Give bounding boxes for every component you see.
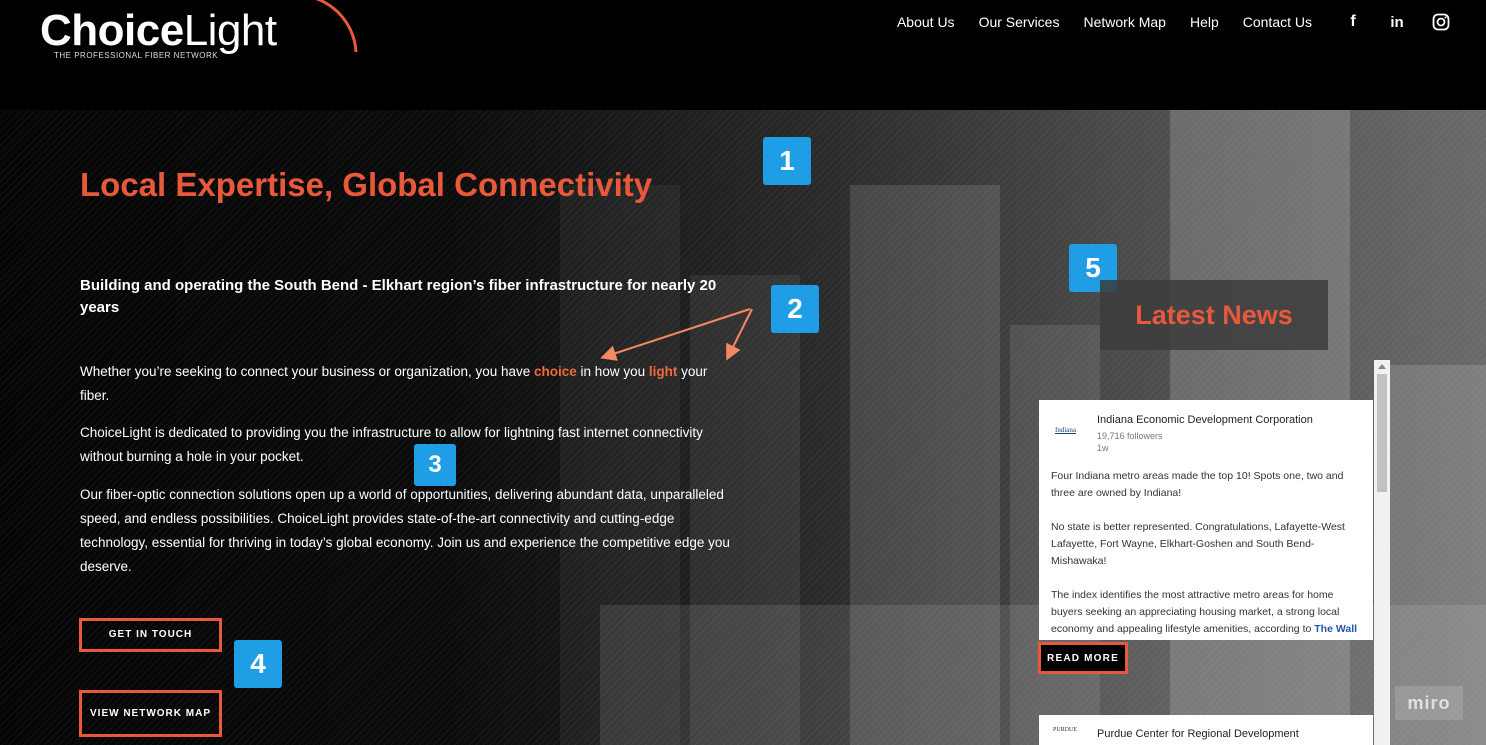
highlight-choice: choice — [534, 364, 577, 379]
logo-word-light: Light — [183, 6, 277, 55]
hero-paragraph-choice: Whether you’re seeking to connect your b… — [80, 360, 740, 408]
iedc-logo: Indiana — [1055, 426, 1076, 434]
view-network-map-button[interactable]: VIEW NETWORK MAP — [79, 690, 222, 737]
annotation-marker-4: 4 — [234, 640, 282, 688]
nav-about-us[interactable]: About Us — [897, 14, 955, 30]
social-links: f in — [1344, 13, 1450, 31]
news-feed-panel[interactable]: Indiana Indiana Economic Development Cor… — [1038, 360, 1390, 745]
page: ChoiceLight THE PROFESSIONAL FIBER NETWO… — [0, 0, 1486, 745]
highlight-light: light — [648, 364, 678, 379]
news-post-para: No state is better represented. Congratu… — [1051, 521, 1345, 567]
news-scrollbar[interactable] — [1374, 360, 1390, 745]
annotation-marker-3: 3 — [414, 444, 456, 486]
purdue-logo: PURDUE — [1053, 727, 1078, 733]
news-post-card[interactable]: PURDUE Purdue Center for Regional Develo… — [1039, 715, 1373, 745]
annotation-arrows — [600, 308, 753, 361]
logo-wordmark: ChoiceLight — [40, 6, 277, 56]
instagram-icon[interactable] — [1432, 13, 1450, 31]
nav-contact-us[interactable]: Contact Us — [1243, 14, 1312, 30]
news-post-org[interactable]: Indiana Economic Development Corporation — [1097, 414, 1313, 426]
scroll-thumb[interactable] — [1377, 374, 1387, 492]
scroll-up-arrow-icon[interactable] — [1378, 364, 1386, 369]
choicelight-logo[interactable]: ChoiceLight THE PROFESSIONAL FIBER NETWO… — [40, 0, 358, 64]
nav-network-map[interactable]: Network Map — [1083, 14, 1165, 30]
logo-word-bold: Choice — [40, 6, 184, 55]
p1-text: in how you — [576, 364, 649, 379]
news-post-header: Indiana Indiana Economic Development Cor… — [1051, 410, 1361, 468]
annotation-marker-2: 2 — [771, 285, 819, 333]
annotation-marker-1: 1 — [763, 137, 811, 185]
main-nav: About Us Our Services Network Map Help C… — [873, 12, 1450, 32]
get-in-touch-button[interactable]: GET IN TOUCH — [79, 618, 222, 652]
hero-title: Local Expertise, Global Connectivity — [80, 166, 653, 203]
nav-our-services[interactable]: Our Services — [979, 14, 1060, 30]
news-post-body: Four Indiana metro areas made the top 10… — [1051, 468, 1361, 640]
news-post-card[interactable]: Indiana Indiana Economic Development Cor… — [1039, 400, 1373, 640]
nav-help[interactable]: Help — [1190, 14, 1219, 30]
linkedin-icon[interactable]: in — [1388, 13, 1406, 31]
news-post-para: Four Indiana metro areas made the top 10… — [1051, 470, 1344, 499]
logo-arc-icon — [315, 0, 358, 53]
logo-tagline: THE PROFESSIONAL FIBER NETWORK — [54, 51, 219, 60]
site-header: ChoiceLight THE PROFESSIONAL FIBER NETWO… — [0, 0, 1486, 110]
facebook-icon[interactable]: f — [1344, 13, 1362, 31]
instagram-glyph — [1432, 13, 1450, 31]
p1-text: Whether you’re seeking to connect your b… — [80, 364, 535, 379]
news-post-followers: 19,716 followers — [1097, 431, 1163, 441]
hero-section: Local Expertise, Global Connectivity Bui… — [0, 110, 1486, 745]
latest-news-heading: Latest News — [1100, 280, 1328, 350]
read-more-button[interactable]: READ MORE — [1038, 642, 1128, 674]
hero-paragraph-solutions: Our fiber-optic connection solutions ope… — [80, 487, 730, 574]
hero-paragraph-infrastructure: ChoiceLight is dedicated to providing yo… — [80, 425, 703, 464]
news-post-text: The index identifies the most attractive… — [1051, 589, 1340, 635]
news-post-para: The index identifies the most attractive… — [1051, 587, 1361, 640]
news-post-age: 1w — [1097, 443, 1109, 453]
news-post-org[interactable]: Purdue Center for Regional Development — [1097, 728, 1299, 740]
miro-watermark: miro — [1395, 686, 1463, 720]
